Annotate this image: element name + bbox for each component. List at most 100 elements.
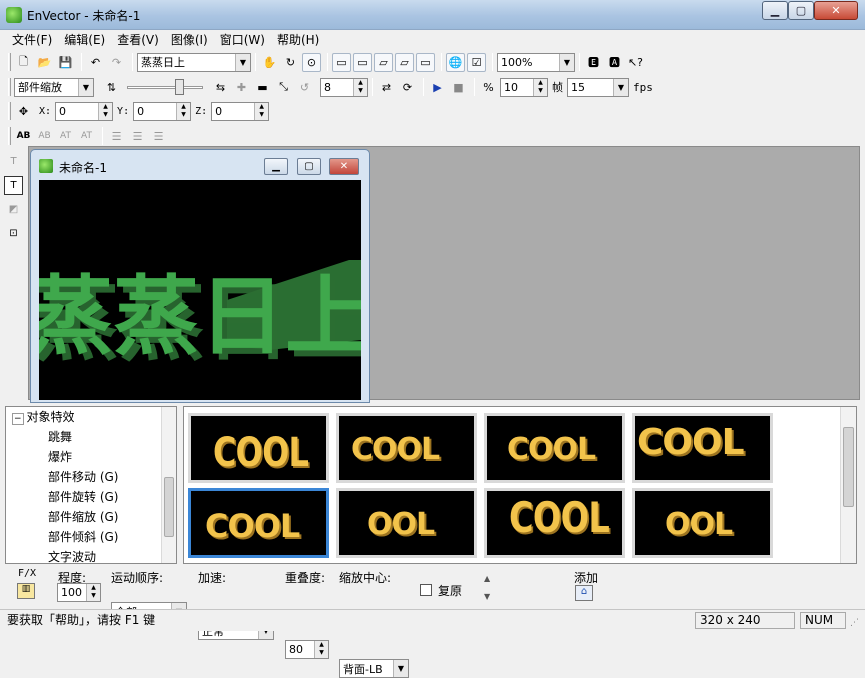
add-effect-icon[interactable]: ⌂ [575,585,593,601]
play-icon[interactable]: ▶ [428,78,447,97]
minus-icon[interactable]: ▬ [253,78,272,97]
move-object-icon[interactable]: ✥ [14,102,33,121]
document-window[interactable]: 未命名-1 ▁ ▢ ✕ 蒸蒸日上 蒸蒸日上 [30,149,370,403]
zoom-tool-icon[interactable]: ⊡ [4,224,23,243]
menu-window[interactable]: 窗口(W) [214,31,271,49]
toolbar-grip[interactable] [8,127,11,145]
spinner-arrows-icon[interactable]: ▲ ▼ [86,584,100,601]
tree-scrollbar[interactable] [161,407,176,563]
export-icon[interactable]: 🅴 [584,53,603,72]
view-right-icon[interactable]: ▱ [395,52,414,72]
globe-icon[interactable]: 🌐 [446,52,465,72]
maximize-button[interactable]: ▢ [788,1,814,20]
fx-button-icon[interactable]: ▥ [17,583,35,599]
document-maximize-button[interactable]: ▢ [297,158,321,175]
tree-item[interactable]: 部件倾斜 (G) [6,527,176,547]
effect-combo[interactable]: 部件缩放 ▼ [14,77,94,97]
z-spinner[interactable]: 0 ▲ ▼ [211,101,270,121]
fps-combo[interactable]: 15 ▼ [567,77,629,97]
speed-spinner[interactable]: 10 ▲ ▼ [500,77,548,97]
diagonal-arrows-icon[interactable]: ⤡ [274,78,293,97]
chevron-down-icon[interactable]: ▼ [559,53,574,71]
loop-icon[interactable]: ⇄ [377,78,396,97]
chevron-down-icon[interactable]: ▼ [78,78,93,96]
scale-slider[interactable] [123,78,207,97]
menu-help[interactable]: 帮助(H) [271,31,325,49]
checkbox-icon[interactable]: ☑ [467,52,486,72]
export-web-icon[interactable]: 🅰 [605,53,624,72]
y-spinner[interactable]: 0 ▲ ▼ [133,101,192,121]
x-spinner[interactable]: 0 ▲ ▼ [55,101,114,121]
chevron-down-icon[interactable]: ▼ [613,78,628,96]
chevron-down-icon[interactable]: ▼ [393,660,408,677]
view-front-icon[interactable]: ▭ [332,52,351,72]
text-spacing-icon[interactable]: AB [14,127,33,146]
menu-image[interactable]: 图像(I) [165,31,214,49]
tree-root[interactable]: − 对象特效 [6,407,176,427]
open-folder-icon[interactable]: 📂 [35,53,54,72]
view-left-icon[interactable]: ▱ [374,52,393,72]
context-help-icon[interactable]: ↖? [626,53,645,72]
effect-thumb-1[interactable]: COOL [188,413,329,483]
tree-item[interactable]: 部件移动 (G) [6,467,176,487]
text-leading-icon[interactable]: AT [77,127,96,146]
plus-icon[interactable]: ✚ [232,78,251,97]
center-combo[interactable]: 背面-LB ▼ [339,659,409,678]
menu-view[interactable]: 查看(V) [111,31,165,49]
text-select-tool-icon[interactable]: T [4,176,23,195]
restore-checkbox[interactable] [420,584,432,596]
shape-tool-icon[interactable]: ◩ [4,200,23,219]
align-left-icon[interactable]: ☰ [107,127,126,146]
tree-item-selected[interactable]: 部件缩放 (G) [6,507,176,527]
collapse-icon[interactable]: − [12,413,24,425]
align-center-icon[interactable]: ☰ [128,127,147,146]
tree-item[interactable]: 部件旋转 (G) [6,487,176,507]
toolbar-grip[interactable] [8,102,11,120]
menu-file[interactable]: 文件(F) [6,31,58,49]
slider-thumb[interactable] [175,78,184,95]
text-tool-icon[interactable]: T [4,152,23,171]
effect-thumb-8[interactable]: OOL [632,488,773,558]
undo-curve-icon[interactable]: ↺ [295,78,314,97]
degree-spinner[interactable]: 100 ▲ ▼ [57,583,101,602]
effect-thumb-7[interactable]: COOL [484,488,625,558]
effect-thumb-4[interactable]: COOL [632,413,773,483]
undo-icon[interactable]: ↶ [86,53,105,72]
redo-icon[interactable]: ↷ [107,53,126,72]
text-combo[interactable]: 蒸蒸日上 ▼ [137,52,251,72]
toolbar-grip[interactable] [8,78,11,96]
spinner-arrows-icon[interactable]: ▲ ▼ [533,78,547,96]
view-back-icon[interactable]: ▭ [353,52,372,72]
effect-thumb-6[interactable]: OOL [336,488,477,558]
new-file-icon[interactable]: 🗋 [14,53,33,72]
text-kerning-icon[interactable]: AB [35,127,54,146]
tree-item[interactable]: 爆炸 [6,447,176,467]
tree-scrollbar-thumb[interactable] [164,477,174,537]
document-minimize-button[interactable]: ▁ [264,158,288,175]
effect-thumb-3[interactable]: COOL [484,413,625,483]
minimize-button[interactable]: ▁ [762,1,788,20]
spinner-arrows-icon[interactable]: ▲ ▼ [314,641,328,658]
rotate-object-icon[interactable]: ↻ [281,53,300,72]
zoom-combo[interactable]: 100% ▼ [497,52,575,72]
param-scroll-arrows-icon[interactable]: ▲ ▼ [484,570,490,606]
spinner-arrows-icon[interactable]: ▲ ▼ [254,102,269,120]
save-icon[interactable]: 💾 [56,53,75,72]
gallery-scrollbar[interactable] [840,407,856,563]
align-right-icon[interactable]: ☰ [149,127,168,146]
text-baseline-icon[interactable]: AT [56,127,75,146]
resize-grip-icon[interactable]: ⋰ [850,618,859,628]
overlap-spinner[interactable]: 80 ▲ ▼ [285,640,329,659]
toolbar-grip[interactable] [8,53,11,71]
frames-spinner[interactable]: 8 ▲ ▼ [320,77,368,97]
close-button[interactable]: ✕ [814,1,858,20]
flip-horizontal-icon[interactable]: ⇆ [211,78,230,97]
percent-icon[interactable]: % [479,78,498,97]
effect-thumb-5-selected[interactable]: COOL [188,488,329,558]
chevron-down-icon[interactable]: ▼ [235,53,250,71]
repeat-icon[interactable]: ⟳ [398,78,417,97]
menu-edit[interactable]: 编辑(E) [58,31,111,49]
flip-vertical-icon[interactable]: ⇅ [102,78,121,97]
tree-item[interactable]: 跳舞 [6,427,176,447]
tree-item[interactable]: 文字波动 [6,547,176,563]
